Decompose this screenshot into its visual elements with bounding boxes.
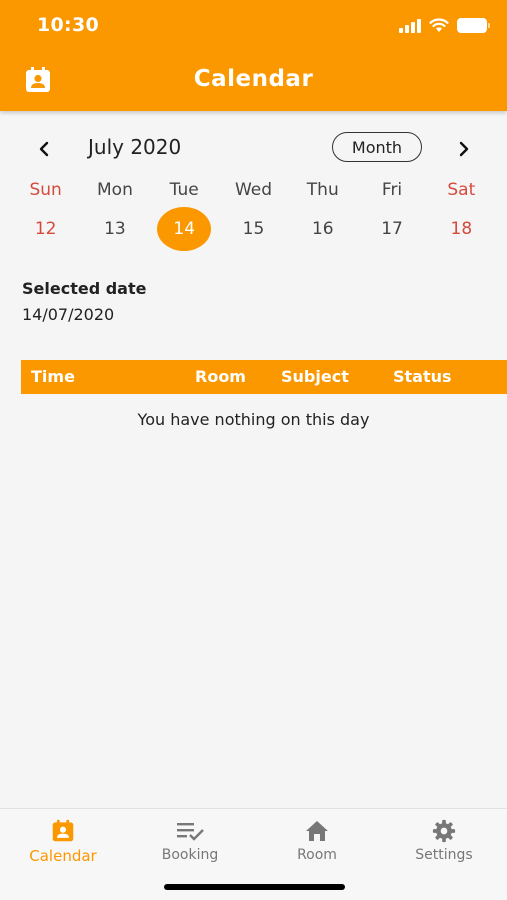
selected-date-label: Selected date <box>22 279 147 298</box>
view-mode-toggle[interactable]: Month <box>332 132 422 162</box>
day-cell[interactable]: 16 <box>288 207 357 251</box>
column-header-status: Status <box>393 367 452 386</box>
weekday-label: Sun <box>29 180 62 200</box>
month-label: July 2020 <box>88 135 182 159</box>
nav-label: Room <box>297 847 337 863</box>
next-week-button[interactable] <box>449 134 479 164</box>
weekday-label: Tue <box>169 180 199 200</box>
wifi-icon <box>429 18 449 32</box>
nav-item-calendar[interactable]: Calendar <box>8 819 118 865</box>
column-header-time: Time <box>31 367 75 386</box>
day-cell[interactable]: 17 <box>357 207 426 251</box>
app-bar: Calendar <box>0 52 507 111</box>
cellular-signal-icon <box>399 19 421 33</box>
weekday-label: Fri <box>381 180 403 200</box>
weekday-label: Thu <box>306 180 339 200</box>
nav-label: Calendar <box>29 847 97 865</box>
status-bar: 10:30 <box>0 0 507 52</box>
day-number: 12 <box>34 219 57 239</box>
status-time: 10:30 <box>37 14 99 36</box>
column-header-subject: Subject <box>281 367 349 386</box>
nav-item-settings[interactable]: Settings <box>389 819 499 863</box>
month-navigation: July 2020 Month <box>0 128 507 168</box>
weekday-header: Sun Mon Tue Wed Thu Fri Sat <box>11 180 496 204</box>
day-cell[interactable]: 12 <box>11 207 80 251</box>
day-cell-selected[interactable]: 14 <box>150 207 219 251</box>
day-number: 16 <box>311 219 334 239</box>
chevron-right-icon <box>459 141 469 157</box>
day-number: 13 <box>104 219 126 239</box>
nav-label: Booking <box>161 847 219 863</box>
day-number: 18 <box>450 219 473 239</box>
weekday-label: Sat <box>447 180 476 200</box>
day-cell[interactable]: 15 <box>219 207 288 251</box>
home-icon <box>306 821 328 841</box>
day-number: 17 <box>381 219 403 239</box>
day-number: 15 <box>242 219 265 239</box>
day-number: 14 <box>157 207 212 251</box>
weekday-label: Wed <box>234 180 273 200</box>
day-cell[interactable]: 18 <box>427 207 496 251</box>
playlist-check-icon <box>177 823 204 841</box>
weekday-label: Mon <box>97 180 133 200</box>
nav-label: Settings <box>415 847 473 863</box>
empty-state-message: You have nothing on this day <box>137 410 370 429</box>
gear-icon <box>432 819 456 843</box>
app-header: 10:30 Calendar <box>0 0 507 111</box>
day-cell[interactable]: 13 <box>80 207 149 251</box>
nav-item-booking[interactable]: Booking <box>135 819 245 863</box>
home-indicator <box>164 884 345 890</box>
column-header-room: Room <box>195 367 246 386</box>
selected-date-value: 14/07/2020 <box>22 305 115 324</box>
week-days-row: 12 13 14 15 16 17 18 <box>11 207 496 251</box>
nav-item-room[interactable]: Room <box>262 819 372 863</box>
calendar-contact-icon <box>52 819 74 842</box>
chevron-left-icon <box>39 141 49 157</box>
previous-week-button[interactable] <box>29 134 59 164</box>
schedule-table-header: Time Room Subject Status <box>21 360 507 394</box>
status-icons <box>399 17 490 33</box>
page-title: Calendar <box>193 66 314 92</box>
battery-icon <box>457 18 490 33</box>
